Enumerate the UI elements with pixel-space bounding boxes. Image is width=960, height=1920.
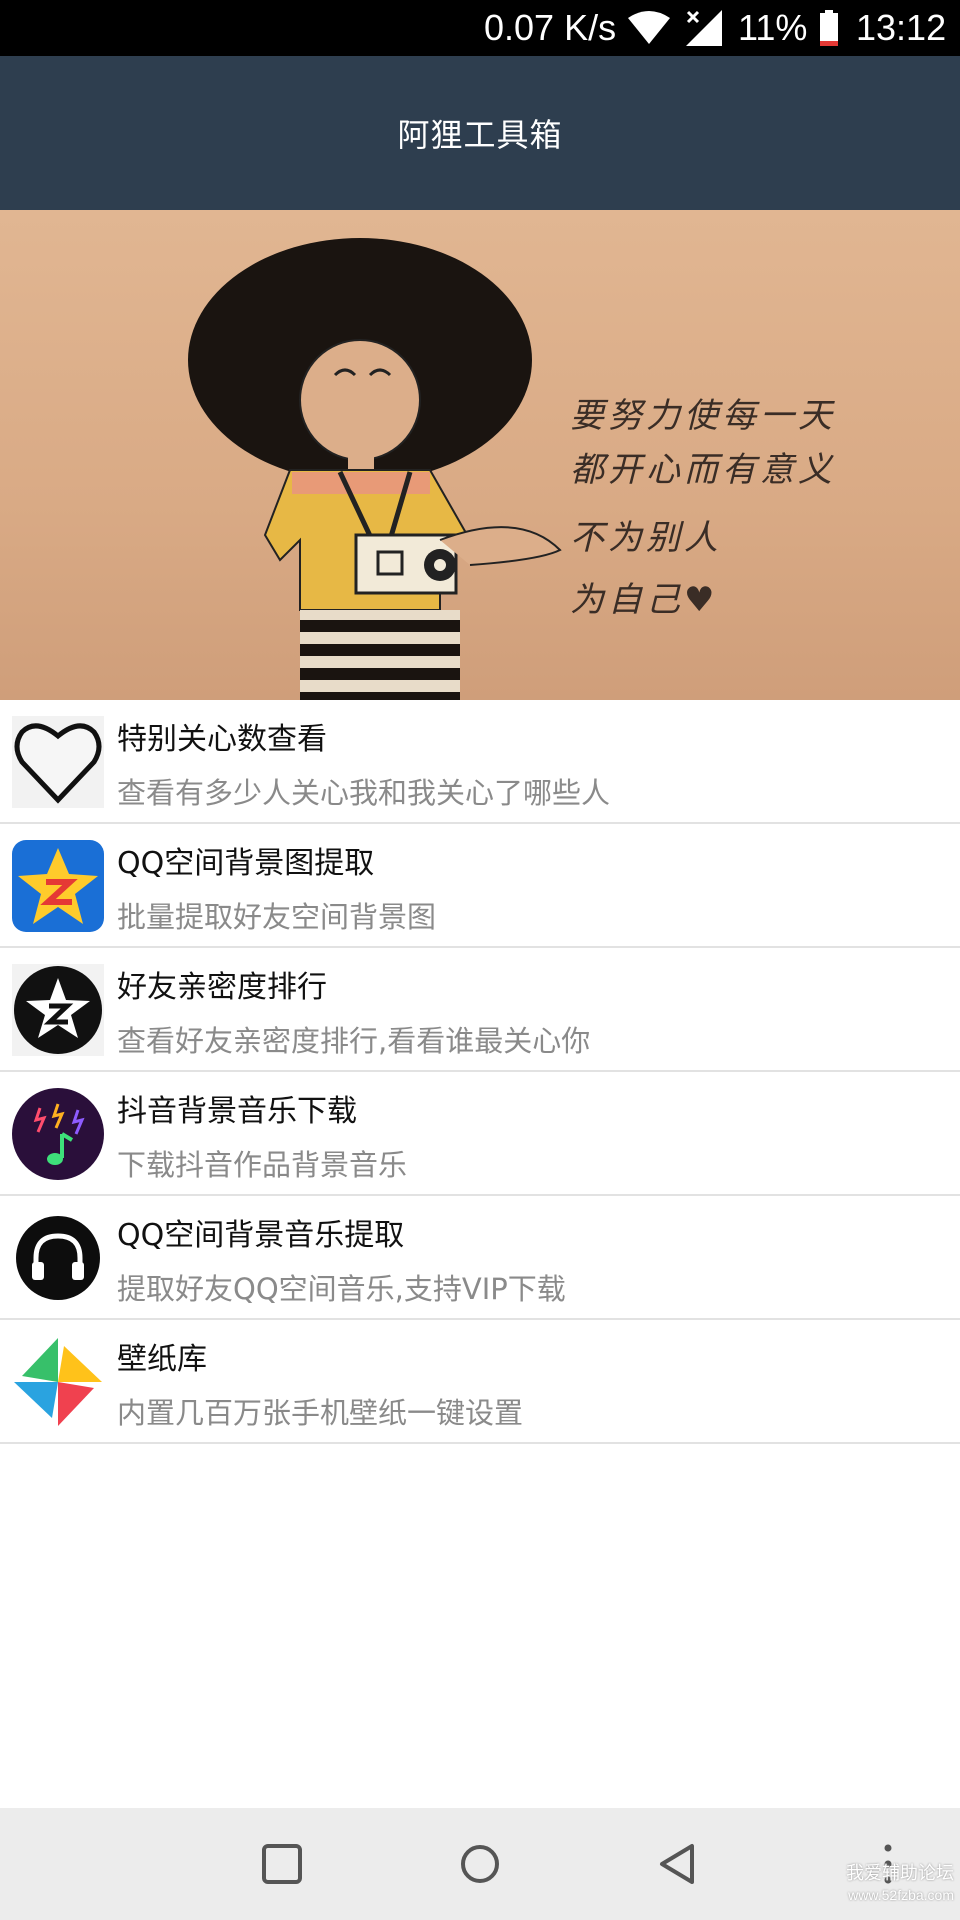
status-bar: 0.07 K/s 11% 13:12 [0, 0, 960, 56]
list-item-title: QQ空间背景图提取 [117, 846, 375, 881]
pinwheel-icon [14, 1338, 102, 1426]
list-item-subtitle: 下载抖音作品背景音乐 [117, 1148, 408, 1182]
watermark: 我爱辅助论坛 www.52fzba.com [846, 1862, 954, 1906]
music-note-icon [12, 1088, 104, 1180]
list-item-special-care[interactable]: 特别关心数查看 查看有多少人关心我和我关心了哪些人 [0, 700, 960, 824]
list-item-wallpaper[interactable]: 壁纸库 内置几百万张手机壁纸一键设置 [0, 1320, 960, 1444]
list-item-subtitle: 批量提取好友空间背景图 [117, 900, 437, 934]
recents-icon[interactable] [256, 1838, 308, 1890]
battery-icon [820, 10, 838, 46]
app-bar: 阿狸工具箱 [0, 56, 960, 210]
list-item-title: 壁纸库 [117, 1342, 207, 1377]
list-item-subtitle: 查看好友亲密度排行,看看谁最关心你 [117, 1024, 591, 1058]
list-item-friend-intimacy[interactable]: 好友亲密度排行 查看好友亲密度排行,看看谁最关心你 [0, 948, 960, 1072]
network-speed: 0.07 K/s [484, 7, 617, 48]
back-icon[interactable] [652, 1838, 704, 1890]
banner-quote-line: 不为别人 [570, 518, 722, 558]
list-item-subtitle: 提取好友QQ空间音乐,支持VIP下载 [117, 1272, 566, 1306]
home-icon[interactable] [454, 1838, 506, 1890]
headphones-icon [16, 1216, 100, 1300]
page-title: 阿狸工具箱 [397, 116, 563, 154]
list-item-title: 特别关心数查看 [117, 722, 327, 757]
list-item-qzone-music[interactable]: QQ空间背景音乐提取 提取好友QQ空间音乐,支持VIP下载 [0, 1196, 960, 1320]
banner-image[interactable]: 要努力使每一天 都开心而有意义 不为别人 为自己♥ [0, 210, 960, 700]
banner-quote-line: 都开心而有意义 [570, 450, 836, 490]
watermark-url: www.52fzba.com [848, 1887, 954, 1903]
watermark-line: 我爱辅助论坛 [846, 1863, 954, 1883]
list-item-title: QQ空间背景音乐提取 [117, 1218, 405, 1253]
list-item-subtitle: 查看有多少人关心我和我关心了哪些人 [117, 776, 611, 810]
heart-icon [12, 716, 104, 808]
list-item-title: 抖音背景音乐下载 [117, 1094, 357, 1129]
signal-icon [686, 10, 722, 46]
qzone-badge-icon [12, 964, 104, 1056]
navigation-bar [0, 1808, 960, 1920]
battery-percent: 11% [738, 7, 808, 48]
list-item-title: 好友亲密度排行 [117, 970, 327, 1005]
wifi-icon [628, 11, 670, 44]
list-item-douyin-music[interactable]: 抖音背景音乐下载 下载抖音作品背景音乐 [0, 1072, 960, 1196]
banner-quote-line: 要努力使每一天 [570, 396, 836, 436]
clock: 13:12 [856, 7, 947, 48]
banner-quote-line: 为自己♥ [570, 580, 719, 620]
qzone-star-icon [12, 840, 104, 932]
list-item-subtitle: 内置几百万张手机壁纸一键设置 [117, 1396, 524, 1430]
tool-list: 特别关心数查看 查看有多少人关心我和我关心了哪些人 QQ空间背景图提取 批量提取… [0, 700, 960, 1444]
list-item-qzone-background[interactable]: QQ空间背景图提取 批量提取好友空间背景图 [0, 824, 960, 948]
